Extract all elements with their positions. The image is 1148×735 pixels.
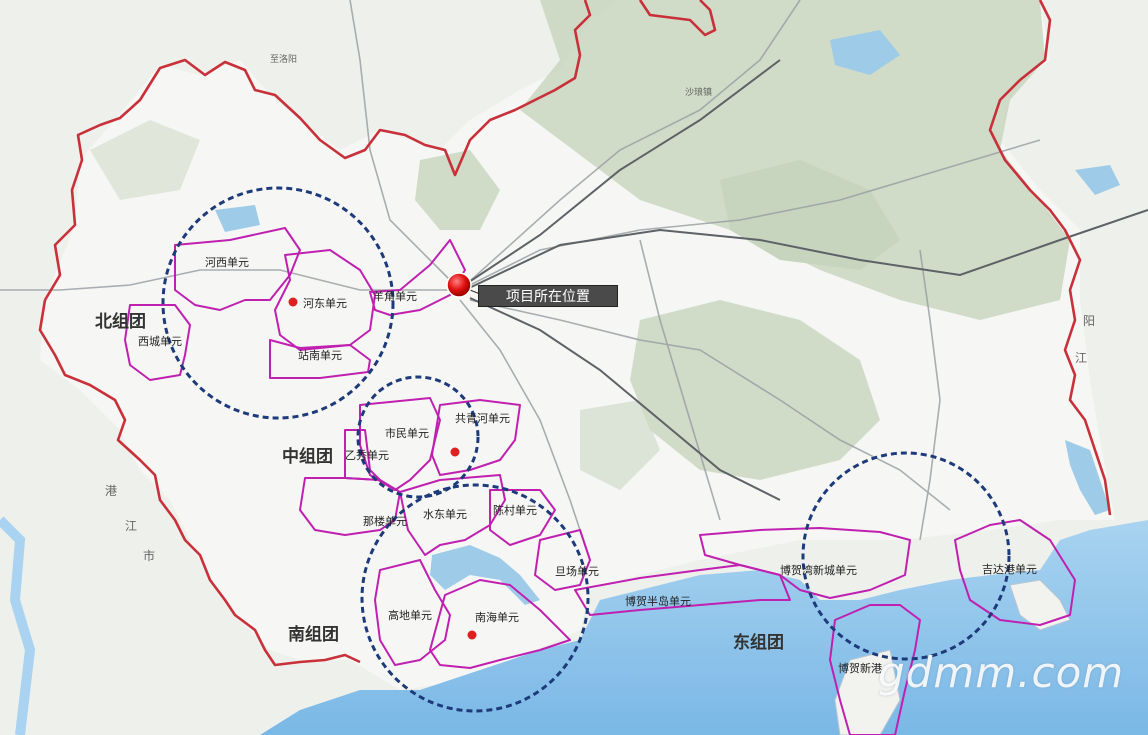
- watermark-text: gdmm.com: [878, 648, 1125, 697]
- unit-label-nanhai: 南海单元: [475, 610, 519, 624]
- project-marker[interactable]: [446, 272, 472, 298]
- unit-label-bohewanxincheng: 博贺湾新城单元: [780, 563, 857, 577]
- group-label-east: 东组团: [733, 632, 784, 653]
- unit-label-shimin: 市民单元: [385, 426, 429, 440]
- group-label-north: 北组团: [95, 311, 146, 332]
- place-label-jiang2: 江: [125, 519, 137, 533]
- group-label-south: 南组团: [288, 624, 339, 645]
- place-label-zhiluoyang: 至洛阳: [270, 53, 297, 65]
- unit-label-danchang: 旦场单元: [555, 564, 599, 578]
- unit-label-shuidong: 水东单元: [423, 508, 467, 521]
- unit-label-jidagang: 吉达港单元: [982, 563, 1037, 576]
- unit-label-zhannan: 站南单元: [298, 348, 342, 362]
- place-label-shi: 市: [143, 548, 155, 563]
- place-label-shaluozhen: 沙琅镇: [685, 86, 712, 98]
- unit-label-yangjiao: 羊角单元: [373, 289, 417, 303]
- place-label-gang: 港: [105, 484, 117, 498]
- unit-label-bohexingang: 博贺新港: [838, 661, 882, 675]
- unit-label-gongqinghe: 共青河单元: [455, 412, 510, 425]
- unit-label-hexi: 河西单元: [205, 256, 249, 269]
- unit-label-xicheng: 西城单元: [138, 335, 182, 348]
- unit-label-yixiu: 乙秀单元: [345, 449, 389, 462]
- map-canvas[interactable]: 河西单元 河东单元 西城单元 站南单元 羊角单元 市民单元 共青河单元 乙秀单元…: [0, 0, 1148, 735]
- unit-label-bohebandao: 博贺半岛单元: [625, 594, 691, 608]
- unit-label-nalou: 那楼单元: [363, 514, 407, 528]
- place-label-jiang: 江: [1075, 351, 1087, 365]
- unit-label-hedong: 河东单元: [303, 297, 347, 310]
- group-label-middle: 中组团: [282, 446, 333, 467]
- place-label-yang: 阳: [1083, 314, 1095, 328]
- unit-label-gaodi: 高地单元: [388, 608, 432, 622]
- unit-label-chencun: 陈村单元: [493, 503, 537, 517]
- map-svg: 河西单元 河东单元 西城单元 站南单元 羊角单元 市民单元 共青河单元 乙秀单元…: [0, 0, 1148, 735]
- project-location-label: 项目所在位置: [478, 285, 618, 307]
